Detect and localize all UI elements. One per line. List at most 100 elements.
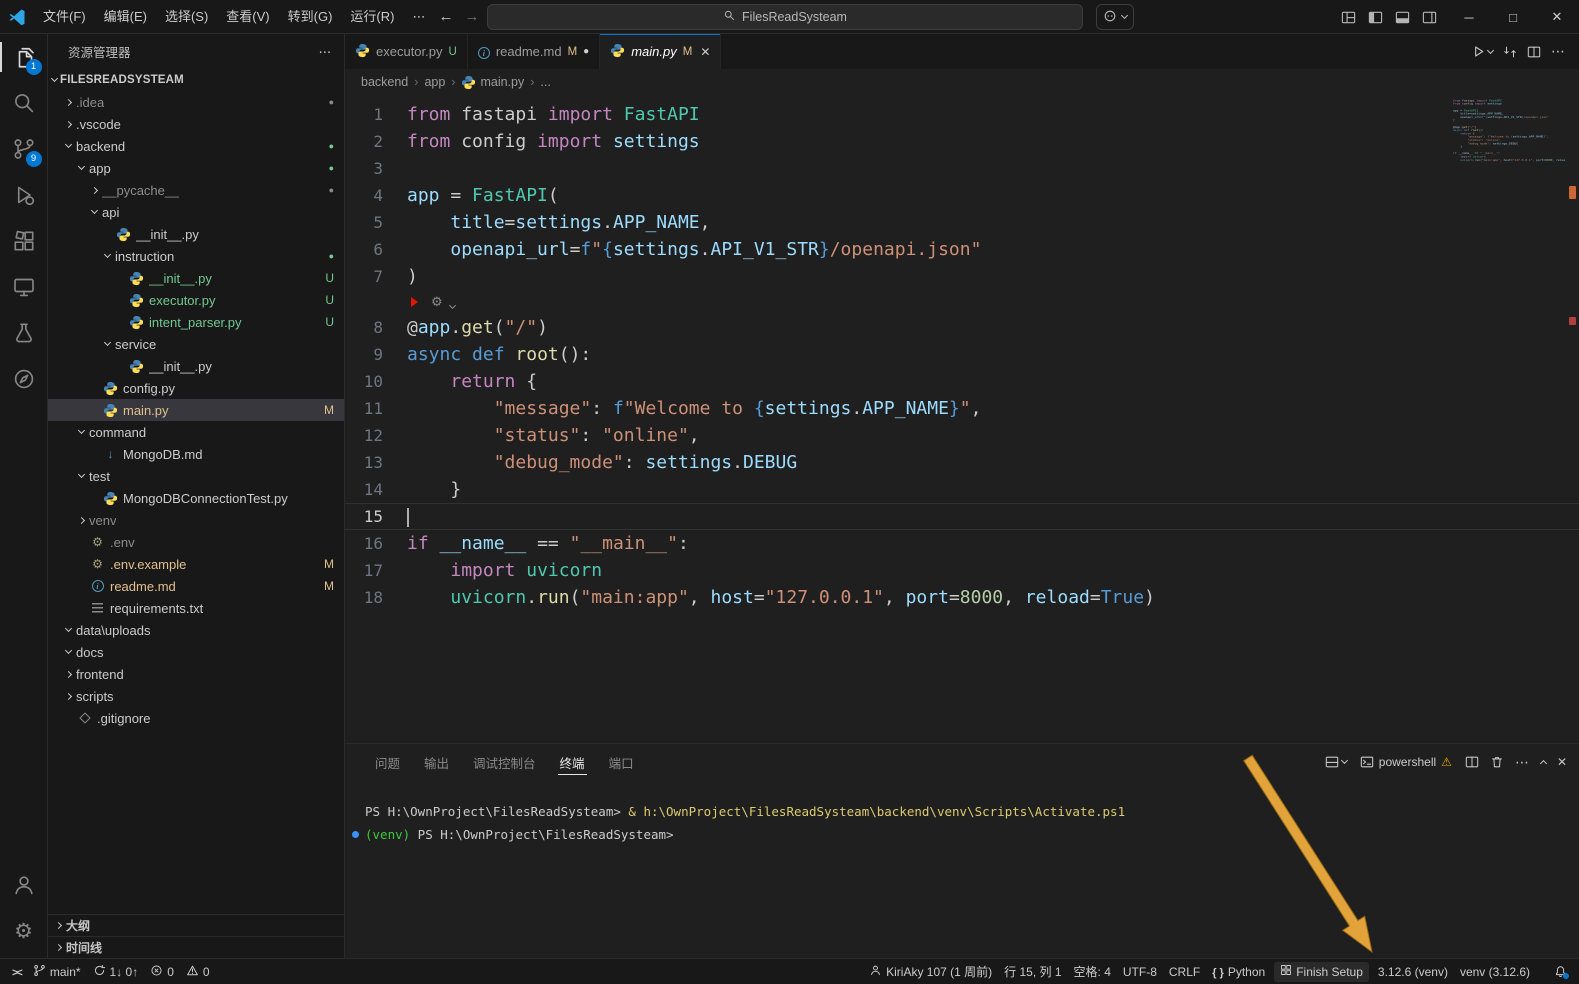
tab-main.py[interactable]: main.pyM✕ xyxy=(600,34,721,69)
tree-item[interactable]: test xyxy=(48,465,344,487)
command-decoration-icon[interactable] xyxy=(352,831,359,838)
line-number[interactable]: 18 xyxy=(345,584,407,611)
tree-item[interactable]: data\uploads xyxy=(48,619,344,641)
forward-button[interactable]: → xyxy=(459,4,485,30)
minimap[interactable]: from fastapi import FastAPI from config … xyxy=(1453,99,1565,309)
minimize-button[interactable]: ─ xyxy=(1447,0,1491,34)
tree-item[interactable]: __pycache__● xyxy=(48,179,344,201)
tree-item[interactable]: frontend xyxy=(48,663,344,685)
panel-tab-终端[interactable]: 终端 xyxy=(550,744,595,780)
chevron-down-icon[interactable] xyxy=(450,293,455,312)
activity-search[interactable] xyxy=(0,80,48,126)
tab-readme.md[interactable]: ireadme.mdM● xyxy=(468,34,600,69)
tree-item[interactable]: scripts xyxy=(48,685,344,707)
tree-item[interactable]: ireadme.mdM xyxy=(48,575,344,597)
activity-extensions[interactable] xyxy=(0,218,48,264)
line-number[interactable]: 14 xyxy=(345,476,407,503)
code-line-16[interactable]: 16if __name__ == "__main__": xyxy=(345,530,1579,557)
tree-item[interactable]: executor.pyU xyxy=(48,289,344,311)
sidebar-left-toggle-icon[interactable] xyxy=(1362,4,1388,30)
status-item--4[interactable]: 空格: 4 xyxy=(1068,959,1117,984)
tree-item[interactable]: .gitignore xyxy=(48,707,344,729)
maximize-panel-icon[interactable] xyxy=(1537,755,1550,769)
tree-item[interactable]: __init__.pyU xyxy=(48,267,344,289)
menu-item-4[interactable]: 转到(G) xyxy=(279,4,342,30)
tree-item[interactable]: api xyxy=(48,201,344,223)
panel-tab-调试控制台[interactable]: 调试控制台 xyxy=(463,744,546,780)
code-line-2[interactable]: 2from config import settings xyxy=(345,128,1579,155)
terminal-launch-dropdown[interactable] xyxy=(1321,752,1351,772)
breadcrumb-item[interactable]: ... xyxy=(540,75,550,89)
menu-item-1[interactable]: 编辑(E) xyxy=(95,4,156,30)
tree-item[interactable]: ⚙.env xyxy=(48,531,344,553)
activity-run-debug[interactable] xyxy=(0,172,48,218)
layout-toggle-icon[interactable] xyxy=(1335,4,1361,30)
activity-remote-explorer[interactable] xyxy=(0,264,48,310)
menu-item-2[interactable]: 选择(S) xyxy=(156,4,217,30)
activity-settings[interactable]: ⚙ xyxy=(0,908,48,954)
line-number[interactable]: 11 xyxy=(345,395,407,422)
line-number[interactable]: 17 xyxy=(345,557,407,584)
maximize-button[interactable]: □ xyxy=(1491,0,1535,34)
status-item[interactable] xyxy=(1536,959,1548,984)
code-line-5[interactable]: 5 title=settings.APP_NAME, xyxy=(345,209,1579,236)
tree-item[interactable]: __init__.py xyxy=(48,223,344,245)
line-number[interactable]: 7 xyxy=(345,263,407,290)
status-item-main-[interactable]: main* xyxy=(27,959,87,984)
close-button[interactable]: ✕ xyxy=(1535,0,1579,34)
code-line-17[interactable]: 17 import uvicorn xyxy=(345,557,1579,584)
sidebar-more-actions[interactable]: ⋯ xyxy=(319,44,333,59)
status-item-python[interactable]: { }Python xyxy=(1206,959,1271,984)
tree-item[interactable]: app● xyxy=(48,157,344,179)
menu-item-0[interactable]: 文件(F) xyxy=(34,4,95,30)
panel-bottom-toggle-icon[interactable] xyxy=(1389,4,1415,30)
code-line-6[interactable]: 6 openapi_url=f"{settings.API_V1_STR}/op… xyxy=(345,236,1579,263)
panel-tab-输出[interactable]: 输出 xyxy=(414,744,459,780)
status-item-kiriaky-107-1-[interactable]: KiriAky 107 (1 周前) xyxy=(863,959,998,984)
run-python-file-button[interactable] xyxy=(1468,41,1496,62)
gear-icon[interactable]: ⚙ xyxy=(431,295,443,310)
line-number[interactable]: 2 xyxy=(345,128,407,155)
activity-gitlens[interactable] xyxy=(0,356,48,402)
status-item-crlf[interactable]: CRLF xyxy=(1163,959,1206,984)
code-line-15[interactable]: 15 xyxy=(345,503,1579,530)
status-item-3-12-6-venv-[interactable]: 3.12.6 (venv) xyxy=(1372,959,1454,984)
tree-item[interactable]: config.py xyxy=(48,377,344,399)
code-line-7[interactable]: 7) xyxy=(345,263,1579,290)
breadcrumb-item[interactable]: app xyxy=(424,75,445,89)
kill-terminal-icon[interactable] xyxy=(1486,752,1508,772)
line-number[interactable]: 4 xyxy=(345,182,407,209)
line-number[interactable]: 8 xyxy=(345,314,407,341)
status-item-utf-8[interactable]: UTF-8 xyxy=(1117,959,1163,984)
more-actions-icon[interactable]: ⋯ xyxy=(1511,751,1534,774)
status-item[interactable]: >< xyxy=(6,959,27,984)
tree-item[interactable]: backend● xyxy=(48,135,344,157)
status-item-0[interactable]: 0 xyxy=(180,959,216,984)
command-center-search[interactable]: FilesReadSysteam xyxy=(487,4,1083,30)
sidebar-section-时间线[interactable]: 时间线 xyxy=(48,936,344,958)
tree-item[interactable]: main.pyM xyxy=(48,399,344,421)
tree-item[interactable]: MongoDBConnectionTest.py xyxy=(48,487,344,509)
code-line-10[interactable]: 10 return { xyxy=(345,368,1579,395)
line-number[interactable]: 13 xyxy=(345,449,407,476)
tree-root-header[interactable]: FILESREADSYSTEAM xyxy=(48,69,344,91)
activity-source-control[interactable]: 9 xyxy=(0,126,48,172)
code-editor[interactable]: 1from fastapi import FastAPI2from config… xyxy=(345,95,1579,743)
code-line-13[interactable]: 13 "debug_mode": settings.DEBUG xyxy=(345,449,1579,476)
code-line-18[interactable]: 18 uvicorn.run("main:app", host="127.0.0… xyxy=(345,584,1579,611)
tree-item[interactable]: __init__.py xyxy=(48,355,344,377)
status-item-venv-3-12-6-[interactable]: venv (3.12.6) xyxy=(1454,959,1536,984)
code-line-1[interactable]: 1from fastapi import FastAPI xyxy=(345,101,1579,128)
activity-account[interactable] xyxy=(0,862,48,908)
tree-item[interactable]: .idea● xyxy=(48,91,344,113)
sidebar-right-toggle-icon[interactable] xyxy=(1416,4,1442,30)
line-number[interactable]: 1 xyxy=(345,101,407,128)
code-line-9[interactable]: 9async def root(): xyxy=(345,341,1579,368)
line-number[interactable]: 5 xyxy=(345,209,407,236)
status-item[interactable] xyxy=(1548,959,1573,984)
code-line-3[interactable]: 3 xyxy=(345,155,1579,182)
split-editor-icon[interactable] xyxy=(1524,42,1544,62)
breadcrumb-item[interactable]: backend xyxy=(361,75,408,89)
close-panel-icon[interactable]: ✕ xyxy=(1553,752,1571,772)
code-line-8[interactable]: 8@app.get("/") xyxy=(345,314,1579,341)
